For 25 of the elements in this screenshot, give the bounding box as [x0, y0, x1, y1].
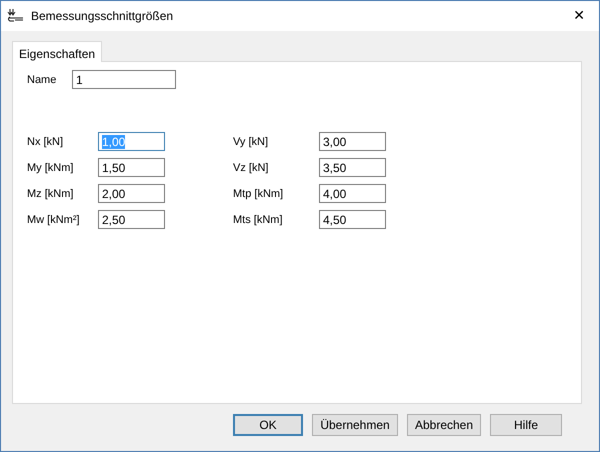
input-field[interactable]: 3,50 [319, 158, 386, 177]
name-field[interactable]: 1 [72, 70, 176, 89]
field-label: My [kNm] [27, 162, 74, 174]
dialog-button[interactable]: Hilfe [490, 414, 562, 436]
field-label: Mts [kNm] [233, 214, 284, 226]
input-field[interactable]: 3,00 [319, 132, 386, 151]
app-icon [7, 8, 25, 24]
field-label: Name [27, 74, 58, 86]
window-title: Bemessungsschnittgrößen [31, 9, 174, 23]
field-label: Mz [kNm] [27, 188, 74, 200]
field-label: Mw [kNm²] [27, 214, 81, 226]
dialog-button[interactable]: Abbrechen [407, 414, 481, 436]
dialog-button[interactable]: Übernehmen [312, 414, 398, 436]
input-field[interactable]: 4,50 [319, 210, 386, 229]
close-button[interactable]: ✕ [567, 8, 591, 24]
field-label: Vz [kN] [233, 162, 270, 174]
input-field[interactable]: 2,00 [98, 184, 165, 203]
field-label: Nx [kN] [27, 136, 64, 148]
field-label: Mtp [kNm] [233, 188, 284, 200]
tab[interactable]: Eigenschaften [12, 41, 102, 62]
input-field[interactable]: 2,50 [98, 210, 165, 229]
input-field[interactable]: 4,00 [319, 184, 386, 203]
input-field[interactable]: 1,50 [98, 158, 165, 177]
field-label: Vy [kN] [233, 136, 270, 148]
dialog-button[interactable]: OK [233, 414, 303, 436]
